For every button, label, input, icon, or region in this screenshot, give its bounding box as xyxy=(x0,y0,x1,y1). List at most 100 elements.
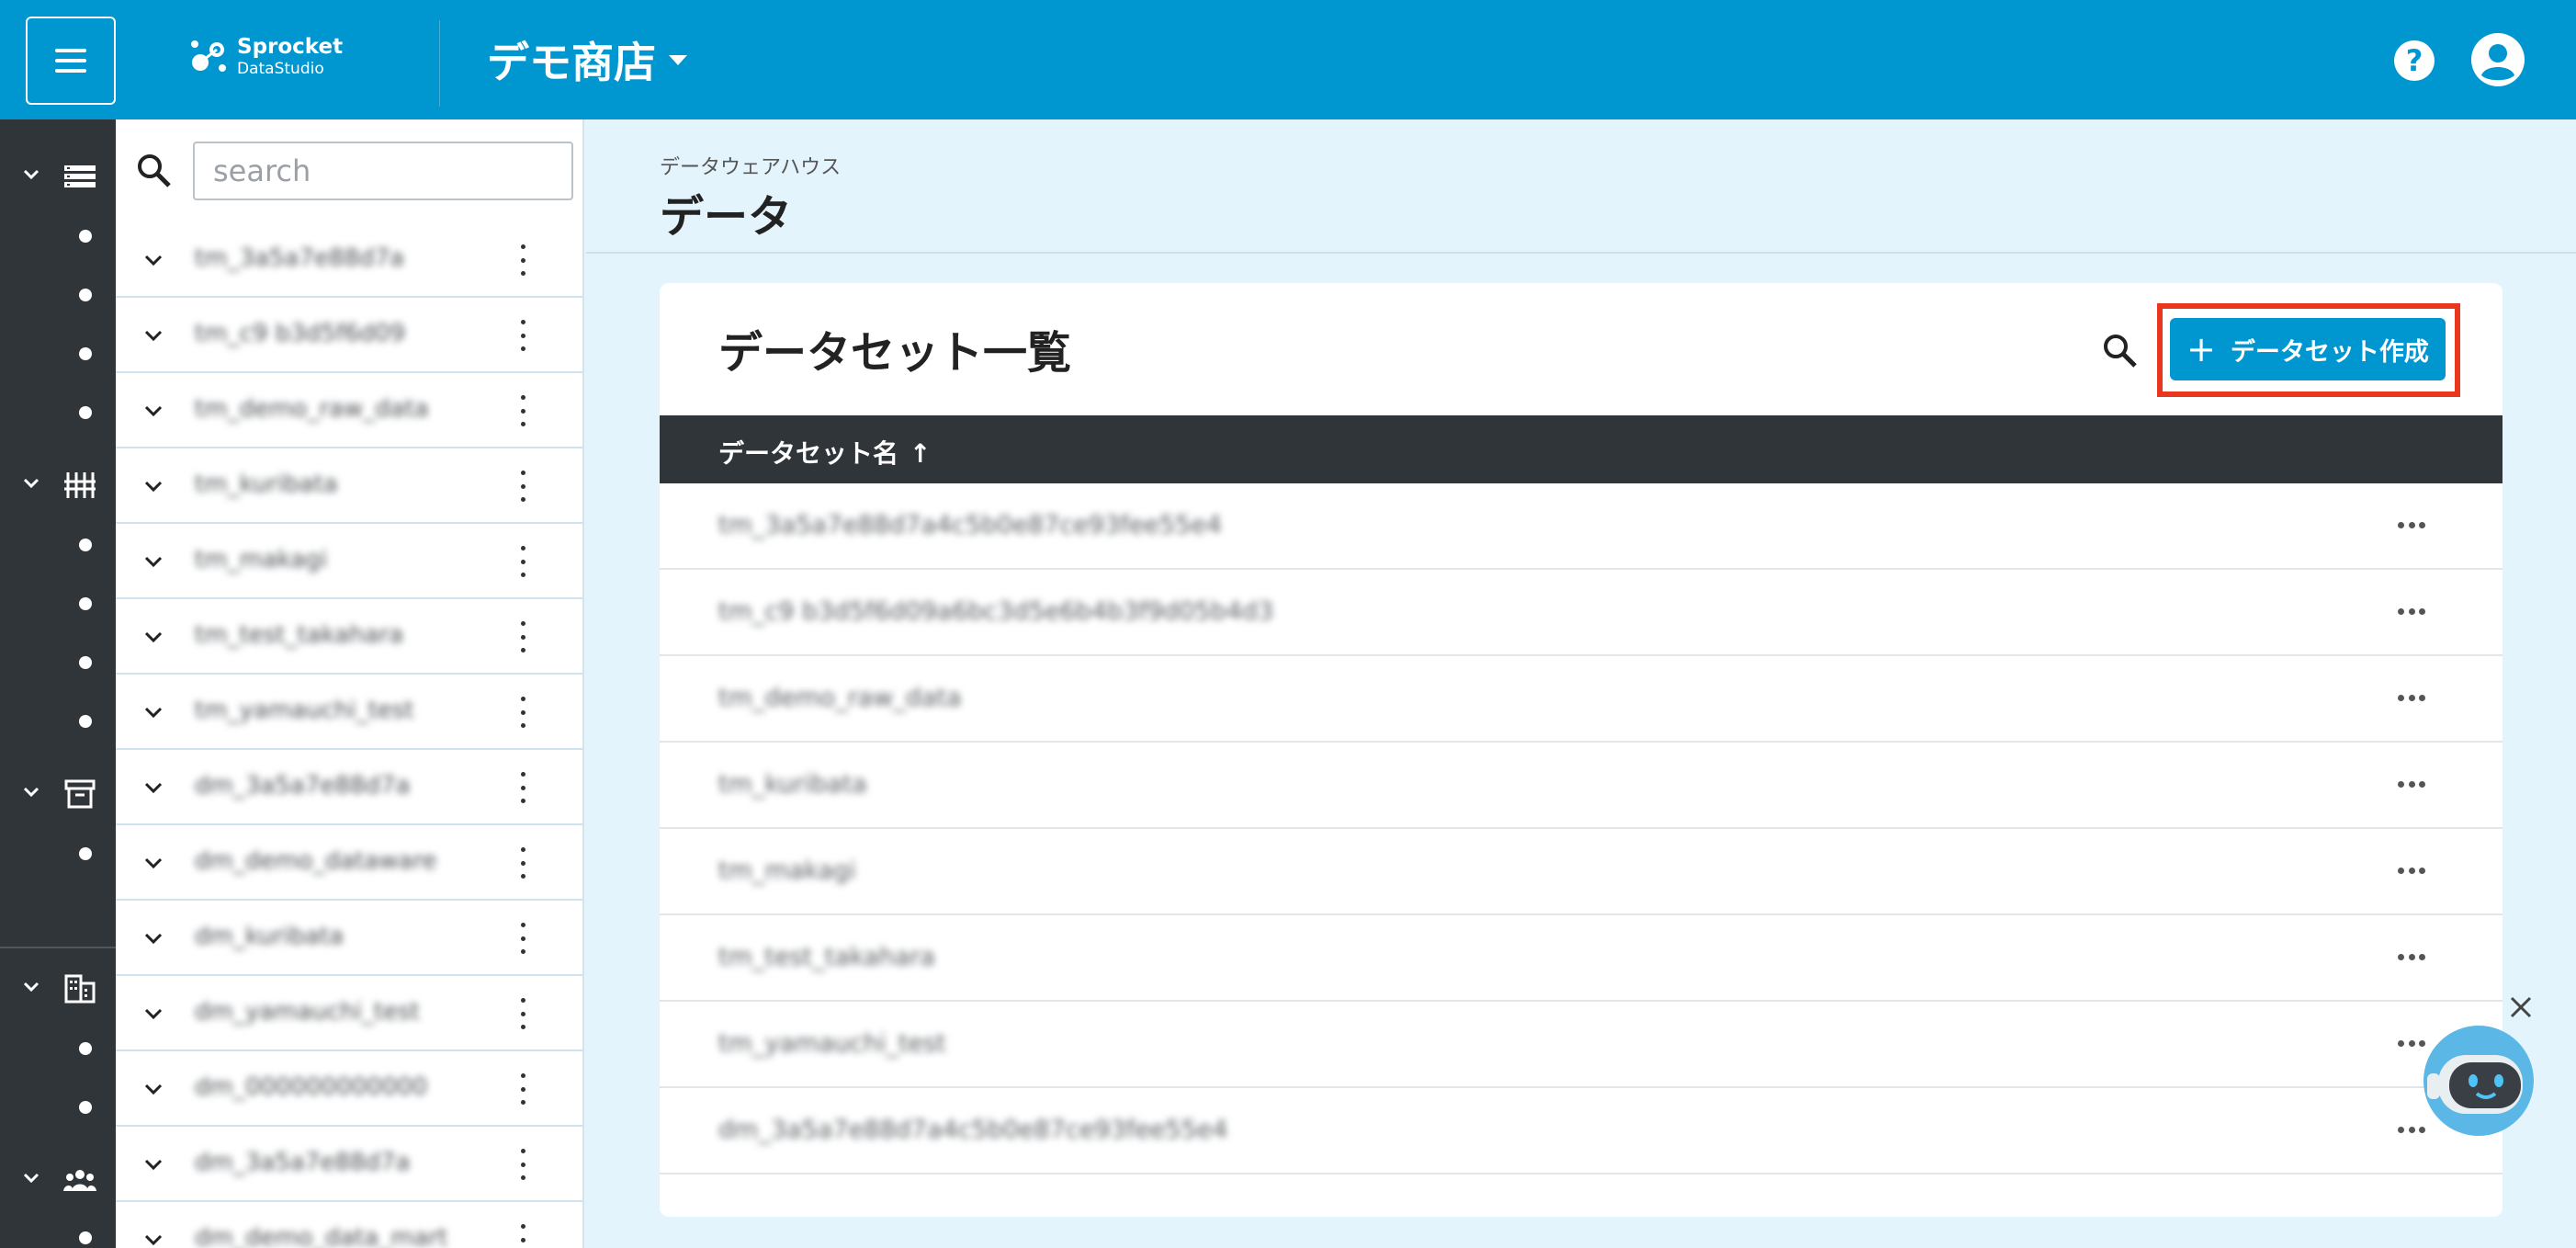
chevron-down-icon xyxy=(23,478,40,489)
chevron-down-icon[interactable] xyxy=(143,853,164,873)
logo-subtitle: DataStudio xyxy=(237,60,324,78)
chevron-down-icon[interactable] xyxy=(143,325,164,346)
account-icon[interactable] xyxy=(2471,33,2525,86)
chevron-down-icon[interactable] xyxy=(143,1154,164,1174)
rail-group-pipeline[interactable] xyxy=(0,467,116,504)
kebab-menu-icon[interactable] xyxy=(518,998,527,1029)
archive-icon xyxy=(64,779,96,809)
rail-dot[interactable] xyxy=(79,406,92,419)
store-selector[interactable]: デモ商店 xyxy=(487,29,687,90)
header-divider xyxy=(439,20,440,107)
tree-search xyxy=(134,142,573,200)
create-dataset-button[interactable]: + データセット作成 xyxy=(2170,318,2446,380)
rail-group-users[interactable] xyxy=(0,1162,116,1198)
rail-dot[interactable] xyxy=(79,715,92,728)
table-row[interactable]: tm_kuribata xyxy=(660,743,2503,829)
card-title: データセット一覧 xyxy=(718,327,1072,379)
kebab-menu-icon[interactable] xyxy=(518,772,527,803)
tree-item[interactable]: dm_yamauchi_test xyxy=(116,976,582,1051)
rail-dot[interactable] xyxy=(79,656,92,669)
breadcrumb[interactable]: データウェアハウス xyxy=(660,151,841,180)
rail-dot[interactable] xyxy=(79,1101,92,1114)
rail-dot[interactable] xyxy=(79,539,92,551)
kebab-menu-icon[interactable] xyxy=(518,395,527,426)
side-rail xyxy=(0,119,116,1248)
kebab-menu-icon[interactable] xyxy=(518,847,527,879)
column-header-dataset-name[interactable]: データセット名 ↑ xyxy=(718,434,931,471)
table-row[interactable]: tm_3a5a7e88d7a4c5b0e87ce93fee55e4 xyxy=(660,483,2503,570)
chevron-down-icon[interactable] xyxy=(143,401,164,421)
help-icon[interactable]: ? xyxy=(2394,40,2435,81)
more-horizontal-icon[interactable] xyxy=(2398,954,2425,961)
chatbot-icon[interactable] xyxy=(2420,1022,2537,1140)
chevron-down-icon[interactable] xyxy=(143,928,164,948)
dataset-name: tm_demo_raw_data xyxy=(718,684,962,712)
tree-item[interactable]: tm_makagi xyxy=(116,524,582,599)
rail-dot[interactable] xyxy=(79,597,92,610)
kebab-menu-icon[interactable] xyxy=(518,471,527,502)
tree-item[interactable]: tm_3a5a7e88d7a xyxy=(116,222,582,298)
rail-group-archive[interactable] xyxy=(0,776,116,812)
table-row[interactable]: tm_demo_raw_data xyxy=(660,656,2503,743)
tree-item-label: dm_demo_data_mart xyxy=(195,1224,448,1248)
kebab-menu-icon[interactable] xyxy=(518,1149,527,1180)
chevron-down-icon[interactable] xyxy=(143,1004,164,1024)
kebab-menu-icon[interactable] xyxy=(518,244,527,276)
pipeline-icon xyxy=(64,472,96,498)
column-header-label: データセット名 xyxy=(718,438,899,469)
kebab-menu-icon[interactable] xyxy=(518,621,527,652)
table-row[interactable]: dm_3a5a7e88d7a4c5b0e87ce93fee55e4 xyxy=(660,1088,2503,1174)
tree-item-label: dm_000000000000 xyxy=(195,1073,428,1101)
table-row[interactable]: tm_c9 b3d5f6d09a6bc3d5e6b4b3f9d05b4d3 xyxy=(660,570,2503,656)
chevron-down-icon[interactable] xyxy=(143,1079,164,1099)
tree-item[interactable]: dm_3a5a7e88d7a xyxy=(116,750,582,825)
tree-item[interactable]: dm_demo_dataware xyxy=(116,825,582,901)
app-header: Sprocket DataStudio デモ商店 ? xyxy=(0,0,2576,119)
kebab-menu-icon[interactable] xyxy=(518,1224,527,1248)
rail-dot[interactable] xyxy=(79,1231,92,1244)
tree-item[interactable]: tm_demo_raw_data xyxy=(116,373,582,448)
tree-search-input[interactable] xyxy=(193,142,573,200)
kebab-menu-icon[interactable] xyxy=(518,546,527,577)
chevron-down-icon[interactable] xyxy=(143,551,164,572)
tree-item[interactable]: dm_000000000000 xyxy=(116,1051,582,1127)
rail-dot[interactable] xyxy=(79,847,92,860)
app-logo[interactable]: Sprocket DataStudio xyxy=(189,35,343,79)
chevron-down-icon[interactable] xyxy=(143,1230,164,1248)
chevron-down-icon[interactable] xyxy=(143,777,164,798)
more-horizontal-icon[interactable] xyxy=(2398,522,2425,529)
chevron-down-icon xyxy=(23,787,40,798)
table-row[interactable]: tm_makagi xyxy=(660,829,2503,915)
kebab-menu-icon[interactable] xyxy=(518,1073,527,1105)
kebab-menu-icon[interactable] xyxy=(518,923,527,954)
tree-item[interactable]: tm_yamauchi_test xyxy=(116,675,582,750)
more-horizontal-icon[interactable] xyxy=(2398,695,2425,702)
chevron-down-icon[interactable] xyxy=(143,250,164,270)
table-row[interactable]: tm_yamauchi_test xyxy=(660,1002,2503,1088)
tree-item[interactable]: dm_3a5a7e88d7a xyxy=(116,1127,582,1202)
rail-dot[interactable] xyxy=(79,347,92,360)
menu-button[interactable] xyxy=(26,17,116,105)
chevron-down-icon[interactable] xyxy=(143,476,164,496)
tree-item[interactable]: dm_kuribata xyxy=(116,901,582,976)
search-icon[interactable] xyxy=(2100,331,2141,371)
close-icon[interactable] xyxy=(2506,993,2536,1022)
chevron-down-icon[interactable] xyxy=(143,627,164,647)
table-row[interactable]: tm_test_takahara xyxy=(660,915,2503,1002)
tree-item[interactable]: tm_c9 b3d5f6d09 xyxy=(116,298,582,373)
rail-group-company[interactable] xyxy=(0,970,116,1007)
more-horizontal-icon[interactable] xyxy=(2398,781,2425,789)
tree-item[interactable]: dm_demo_data_mart xyxy=(116,1202,582,1248)
chevron-down-icon[interactable] xyxy=(143,702,164,722)
tree-item[interactable]: tm_test_takahara xyxy=(116,599,582,675)
rail-group-storage[interactable] xyxy=(0,158,116,195)
tree-item[interactable]: tm_kuribata xyxy=(116,448,582,524)
kebab-menu-icon[interactable] xyxy=(518,320,527,351)
rail-dot[interactable] xyxy=(79,289,92,301)
more-horizontal-icon[interactable] xyxy=(2398,608,2425,616)
tree-item-label: tm_makagi xyxy=(195,546,328,573)
rail-dot[interactable] xyxy=(79,1042,92,1055)
rail-dot[interactable] xyxy=(79,230,92,243)
kebab-menu-icon[interactable] xyxy=(518,697,527,728)
more-horizontal-icon[interactable] xyxy=(2398,868,2425,875)
